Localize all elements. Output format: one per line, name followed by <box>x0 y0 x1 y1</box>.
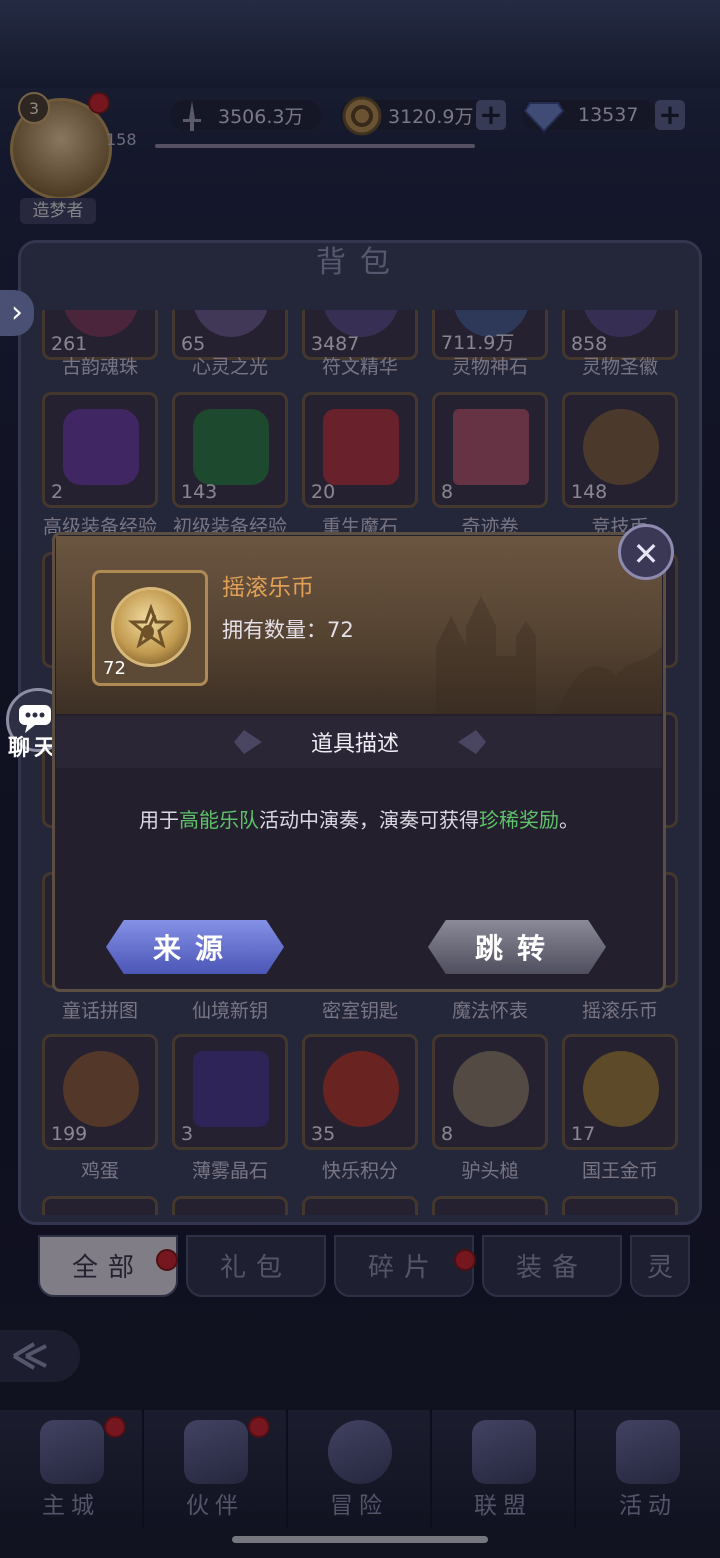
desc-part: 。 <box>559 808 579 832</box>
item-icon-frame: 72 <box>92 570 208 686</box>
desc-part: 活动中演奏，演奏可获得 <box>259 808 479 832</box>
item-description: 用于高能乐队活动中演奏，演奏可获得珍稀奖励。 <box>56 804 662 833</box>
desc-part: 用于 <box>139 808 179 832</box>
jump-button[interactable]: 跳转 <box>428 920 606 974</box>
desc-highlight-event: 高能乐队 <box>179 808 259 832</box>
owned-label: 拥有数量： <box>222 618 327 642</box>
item-count: 72 <box>103 658 126 679</box>
desc-highlight-reward: 珍稀奖励 <box>479 808 559 832</box>
guitar-coin-icon <box>111 587 191 667</box>
owned-quantity: 拥有数量：72 <box>222 614 354 644</box>
source-button[interactable]: 来源 <box>106 920 284 974</box>
item-name: 摇滚乐币 <box>222 575 314 601</box>
close-button[interactable]: ✕ <box>618 524 674 580</box>
description-title: 道具描述 <box>310 732 399 757</box>
owned-value: 72 <box>327 618 354 642</box>
side-expand-button[interactable]: › <box>0 290 34 336</box>
